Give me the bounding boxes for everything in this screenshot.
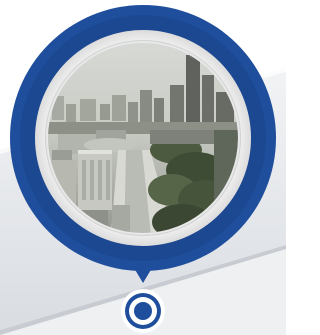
pin-graphic <box>0 5 286 335</box>
location-marker-dot <box>134 302 152 320</box>
location-pin-infographic <box>0 0 286 335</box>
